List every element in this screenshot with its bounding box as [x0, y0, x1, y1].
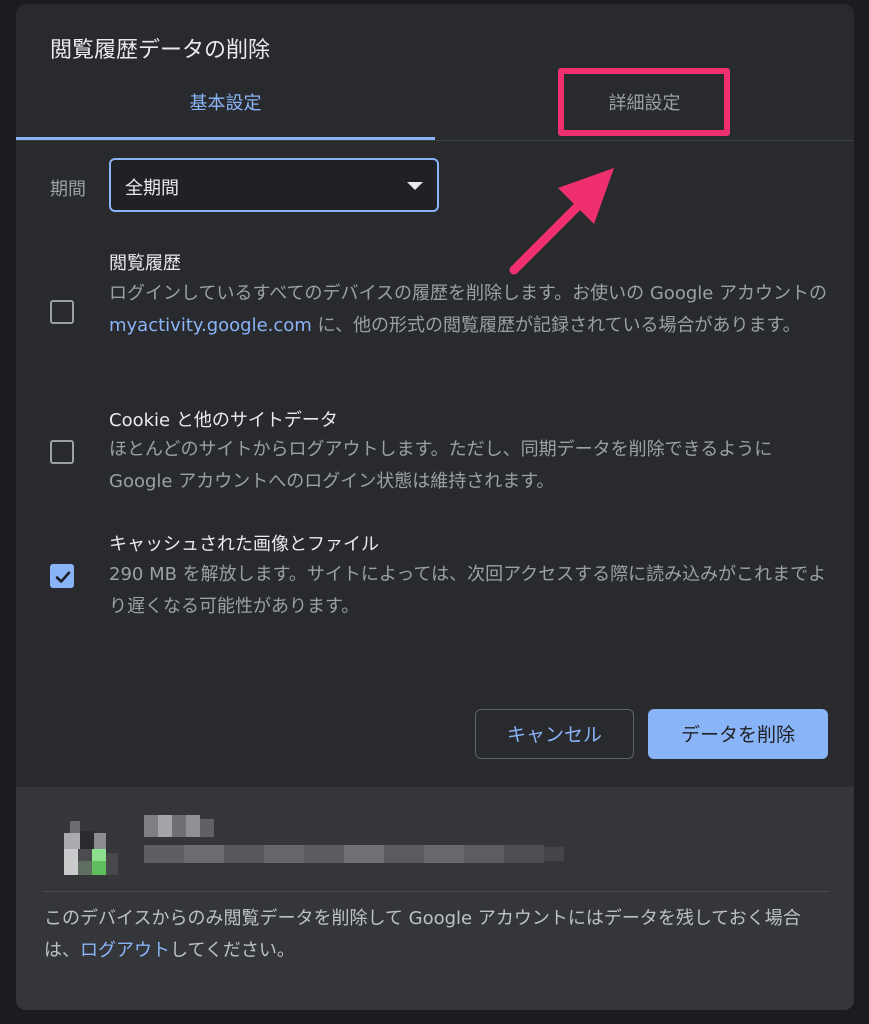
- caret-down-icon: [407, 182, 423, 190]
- cancel-button[interactable]: キャンセル: [475, 709, 634, 759]
- avatar: [56, 819, 124, 881]
- account-name-blurred: [144, 815, 214, 837]
- clear-browsing-data-dialog: 閲覧履歴データの削除 基本設定 詳細設定 期間 全期間 閲覧履歴 ログインしてい…: [16, 4, 854, 1010]
- option-title: キャッシュされた画像とファイル: [109, 534, 379, 555]
- option-description: ログインしているすべてのデバイスの履歴を削除します。お使いの Google アカ…: [109, 278, 829, 342]
- dialog-title: 閲覧履歴データの削除: [50, 38, 271, 63]
- tab-basic[interactable]: 基本設定: [16, 74, 435, 140]
- footer-note: このデバイスからのみ閲覧データを削除して Google アカウントにはデータを残…: [44, 903, 834, 967]
- delete-data-button[interactable]: データを削除: [648, 709, 828, 759]
- option-description: 290 MB を解放します。サイトによっては、次回アクセスする際に読み込みがこれ…: [109, 564, 827, 617]
- myactivity-link[interactable]: myactivity.google.com: [109, 315, 312, 336]
- option-title: Cookie と他のサイトデータ: [109, 410, 338, 431]
- option-description: ほとんどのサイトからログアウトします。ただし、同期データを削除できるように Go…: [109, 439, 773, 492]
- checkbox-browsing-history[interactable]: [50, 300, 74, 324]
- checkbox-cookies[interactable]: [50, 440, 74, 464]
- account-footer: このデバイスからのみ閲覧データを削除して Google アカウントにはデータを残…: [16, 787, 854, 1010]
- option-description-text: ログインしているすべてのデバイスの履歴を削除します。お使いの Google アカ…: [109, 283, 828, 304]
- footer-divider: [42, 891, 828, 892]
- checkbox-cache[interactable]: [50, 564, 74, 588]
- period-label: 期間: [50, 179, 86, 200]
- period-select[interactable]: 全期間: [109, 158, 439, 212]
- account-email-blurred: [144, 841, 564, 865]
- period-select-value: 全期間: [125, 178, 179, 199]
- option-description-text: に、他の形式の閲覧履歴が記録されている場合があります。: [311, 315, 801, 336]
- checkmark-icon: [55, 571, 71, 583]
- option-title: 閲覧履歴: [109, 253, 181, 274]
- tab-advanced[interactable]: 詳細設定: [435, 74, 854, 138]
- logout-link[interactable]: ログアウト: [80, 940, 170, 961]
- footer-note-text: してください。: [170, 940, 295, 961]
- arrow-icon: [509, 168, 614, 275]
- tab-bar: 基本設定 詳細設定: [16, 74, 854, 141]
